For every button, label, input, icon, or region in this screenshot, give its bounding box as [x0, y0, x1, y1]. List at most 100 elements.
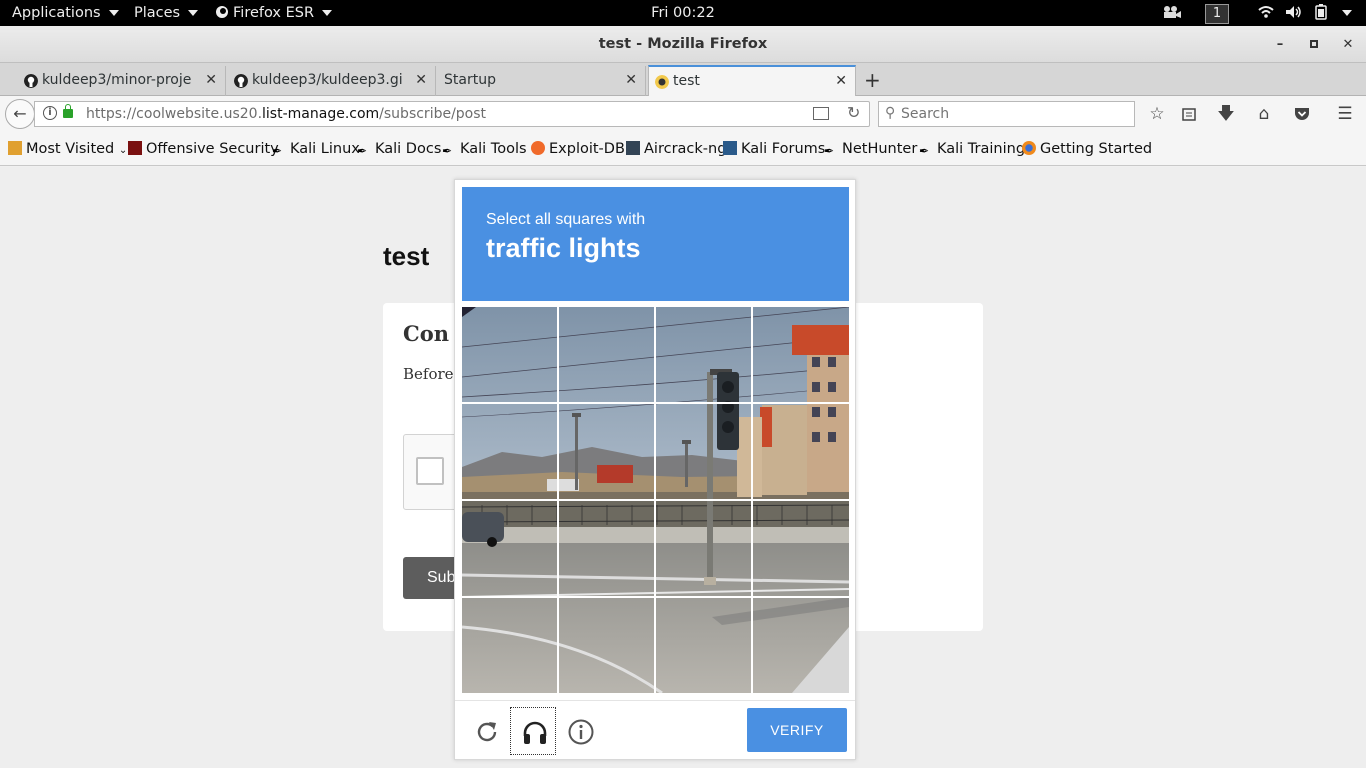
kali-dragon-icon: ✒	[357, 144, 368, 158]
bookmark-kali-linux[interactable]: ✒ Kali Linux	[272, 139, 360, 159]
bookmarks-toolbar: Most Visited ⌄ Offensive Security ✒ Kali …	[0, 132, 1366, 166]
captcha-tile[interactable]	[753, 501, 849, 597]
reader-view-icon[interactable]	[813, 107, 829, 120]
firefox-icon	[216, 6, 228, 18]
url-text[interactable]: https://coolwebsite.us20.list-manage.com…	[86, 102, 486, 126]
captcha-tile[interactable]	[462, 501, 558, 597]
bookmark-offensive-security[interactable]: Offensive Security	[128, 139, 279, 159]
captcha-tile[interactable]	[753, 404, 849, 500]
captcha-tile[interactable]	[559, 307, 655, 403]
window-title-bar: test - Mozilla Firefox – ✕	[0, 26, 1366, 63]
video-camera-icon[interactable]	[1162, 0, 1182, 26]
offsec-icon	[128, 141, 142, 155]
workspace-indicator[interactable]: 1	[1205, 0, 1229, 26]
search-box[interactable]: ⚲	[878, 101, 1135, 127]
bookmark-kali-docs[interactable]: ✒ Kali Docs	[357, 139, 441, 159]
download-icon[interactable]: 🡇	[1214, 102, 1238, 126]
close-tab-icon[interactable]: ✕	[415, 66, 427, 94]
captcha-tile[interactable]	[559, 598, 655, 693]
search-icon: ⚲	[885, 105, 896, 121]
firefox-icon	[1022, 141, 1036, 155]
bookmark-star-icon[interactable]: ☆	[1145, 102, 1169, 126]
bookmark-kali-training[interactable]: ✒ Kali Training	[919, 139, 1025, 159]
recaptcha-checkbox[interactable]	[416, 457, 444, 485]
captcha-image-grid	[462, 307, 849, 693]
chevron-down-icon	[322, 10, 333, 16]
refresh-icon[interactable]	[463, 707, 509, 755]
gnome-top-bar: Fri 00:22 Applications Places Firefox ES…	[0, 0, 1366, 26]
new-tab-button[interactable]: +	[864, 66, 884, 94]
exploit-db-icon	[531, 141, 545, 155]
captcha-prompt: Select all squares with	[486, 211, 646, 228]
menu-icon[interactable]: ☰	[1333, 102, 1357, 126]
window-title: test - Mozilla Firefox	[598, 36, 768, 52]
pocket-icon[interactable]	[1290, 102, 1314, 126]
captcha-tile[interactable]	[559, 501, 655, 597]
captcha-target: traffic lights	[486, 233, 641, 263]
card-heading: Con	[403, 321, 449, 346]
close-tab-icon[interactable]: ✕	[835, 67, 847, 95]
captcha-tile[interactable]	[462, 598, 558, 693]
reading-list-icon[interactable]	[1177, 102, 1201, 126]
chevron-down-icon: ⌄	[118, 145, 128, 156]
reload-icon[interactable]: ↻	[847, 103, 860, 122]
captcha-footer: VERIFY	[455, 700, 855, 760]
firefox-app-menu[interactable]: Firefox ESR	[215, 0, 333, 26]
close-window-button[interactable]: ✕	[1338, 35, 1358, 55]
places-menu[interactable]: Places	[134, 0, 199, 26]
system-menu-chevron-icon[interactable]	[1334, 0, 1352, 26]
battery-icon[interactable]	[1315, 0, 1327, 26]
bookmark-most-visited[interactable]: Most Visited ⌄	[8, 139, 127, 159]
kali-dragon-icon: ✒	[824, 144, 835, 158]
volume-icon[interactable]	[1285, 0, 1303, 26]
back-button[interactable]: ←	[5, 99, 35, 129]
github-icon	[24, 74, 38, 88]
headphones-icon[interactable]	[510, 707, 556, 755]
kali-dragon-icon: ✒	[442, 144, 453, 158]
tab-test[interactable]: test ✕	[648, 65, 856, 97]
bookmark-kali-tools[interactable]: ✒ Kali Tools	[442, 139, 527, 159]
kali-forums-icon	[723, 141, 737, 155]
maximize-button[interactable]	[1304, 35, 1324, 55]
tab-github-minor-project[interactable]: kuldeep3/minor-proje... ✕	[18, 66, 226, 96]
captcha-header: Select all squares with traffic lights	[462, 187, 849, 301]
captcha-tile[interactable]	[656, 307, 752, 403]
github-icon	[234, 74, 248, 88]
applications-menu[interactable]: Applications	[12, 0, 119, 26]
bookmark-nethunter[interactable]: ✒ NetHunter	[824, 139, 917, 159]
close-tab-icon[interactable]: ✕	[625, 66, 637, 94]
captcha-tile[interactable]	[462, 307, 558, 403]
close-tab-icon[interactable]: ✕	[205, 66, 217, 94]
captcha-challenge: Select all squares with traffic lights V…	[454, 179, 856, 760]
folder-icon	[8, 141, 22, 155]
search-input[interactable]	[901, 104, 1121, 124]
bookmark-kali-forums[interactable]: Kali Forums	[723, 139, 825, 159]
aircrack-icon	[626, 141, 640, 155]
chevron-down-icon	[108, 10, 119, 16]
bookmark-exploit-db[interactable]: Exploit-DB	[531, 139, 625, 159]
page-title: test	[383, 241, 430, 271]
chevron-down-icon	[188, 10, 199, 16]
captcha-tile[interactable]	[753, 307, 849, 403]
captcha-tile[interactable]	[462, 404, 558, 500]
page-info-icon[interactable]: i	[43, 106, 57, 120]
navigation-toolbar: ← i https://coolwebsite.us20.list-manage…	[0, 96, 1366, 132]
captcha-tile[interactable]	[559, 404, 655, 500]
bookmark-aircrack-ng[interactable]: Aircrack-ng	[626, 139, 726, 159]
kali-dragon-icon: ✒	[272, 144, 283, 158]
minimize-button[interactable]: –	[1270, 35, 1290, 55]
tab-strip: kuldeep3/minor-proje... ✕ kuldeep3/kulde…	[0, 63, 1366, 97]
home-icon[interactable]: ⌂	[1252, 102, 1276, 126]
captcha-tile[interactable]	[656, 404, 752, 500]
captcha-tile[interactable]	[753, 598, 849, 693]
wifi-icon[interactable]	[1258, 0, 1274, 26]
bookmark-getting-started[interactable]: Getting Started	[1022, 139, 1152, 159]
lock-icon	[63, 104, 73, 118]
url-bar[interactable]: i https://coolwebsite.us20.list-manage.c…	[34, 101, 870, 127]
captcha-tile[interactable]	[656, 501, 752, 597]
tab-startup[interactable]: Startup ✕	[438, 66, 646, 96]
captcha-tile[interactable]	[656, 598, 752, 693]
info-icon[interactable]	[557, 707, 603, 755]
verify-button[interactable]: VERIFY	[747, 708, 847, 752]
tab-github-kuldeep3[interactable]: kuldeep3/kuldeep3.gi... ✕	[228, 66, 436, 96]
